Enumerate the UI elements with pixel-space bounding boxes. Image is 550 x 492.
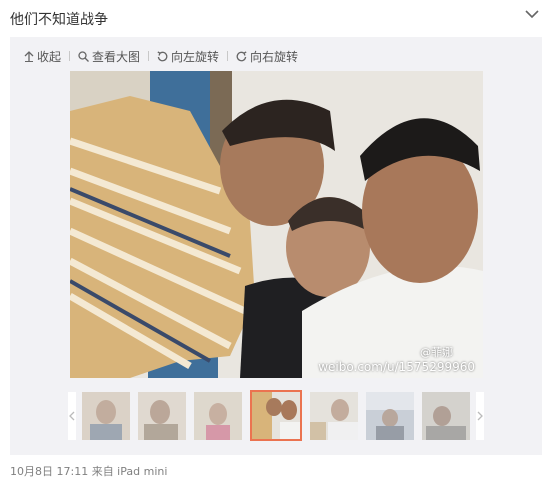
thumbnail-active[interactable] <box>250 390 302 441</box>
watermark-handle: @菲娜 <box>420 346 453 359</box>
collapse-toggle[interactable] <box>522 6 542 22</box>
post-footer: 10月8日 17:11 来自 iPad mini <box>10 465 168 478</box>
thumbnail-image <box>310 391 358 440</box>
toolbar-divider <box>69 51 71 61</box>
post-text: 他们不知道战争 <box>10 12 108 28</box>
toolbar-divider <box>227 51 229 61</box>
thumbnail-image <box>252 392 300 439</box>
collapse-button[interactable]: 收起 <box>24 48 61 65</box>
thumbnail-strip <box>68 390 484 441</box>
rotate-left-label: 向左旋转 <box>171 49 220 64</box>
magnifier-icon <box>78 50 89 62</box>
thumbnail-image <box>422 391 470 440</box>
thumbnail-image <box>194 391 242 440</box>
thumbnail[interactable] <box>82 391 130 440</box>
thumbnail[interactable] <box>366 391 414 440</box>
rotate-left-button[interactable]: 向左旋转 <box>157 48 219 65</box>
collapse-label: 收起 <box>37 49 62 64</box>
rotate-right-button[interactable]: 向右旋转 <box>236 48 298 65</box>
rotate-left-icon <box>157 50 168 61</box>
thumbnail-image <box>366 391 414 440</box>
collapse-up-icon <box>24 50 34 62</box>
chevron-left-icon <box>69 411 75 420</box>
prev-arrow[interactable] <box>68 391 76 440</box>
thumbnail-list <box>82 390 470 441</box>
selfie-photo-image <box>70 71 483 378</box>
thumbnail[interactable] <box>194 391 242 440</box>
rotate-right-label: 向右旋转 <box>250 49 299 64</box>
watermark-url: weibo.com/u/1575299960 <box>318 360 475 374</box>
thumbnail-image <box>138 391 186 440</box>
view-large-label: 查看大图 <box>92 49 141 64</box>
chevron-right-icon <box>477 411 483 420</box>
next-arrow[interactable] <box>476 391 484 440</box>
thumbnail[interactable] <box>138 391 186 440</box>
view-large-button[interactable]: 查看大图 <box>78 48 140 65</box>
rotate-right-icon <box>236 50 247 61</box>
thumbnail-image <box>82 391 130 440</box>
media-toolbar: 收起 查看大图 向左旋转 向右旋转 <box>24 48 298 64</box>
thumbnail[interactable] <box>422 391 470 440</box>
media-panel: 收起 查看大图 向左旋转 向右旋转 @菲娜 weibo.com/u/157529… <box>10 37 542 455</box>
main-photo[interactable]: @菲娜 weibo.com/u/1575299960 <box>70 71 483 378</box>
toolbar-divider <box>148 51 150 61</box>
chevron-down-icon <box>525 9 539 18</box>
thumbnail[interactable] <box>310 391 358 440</box>
